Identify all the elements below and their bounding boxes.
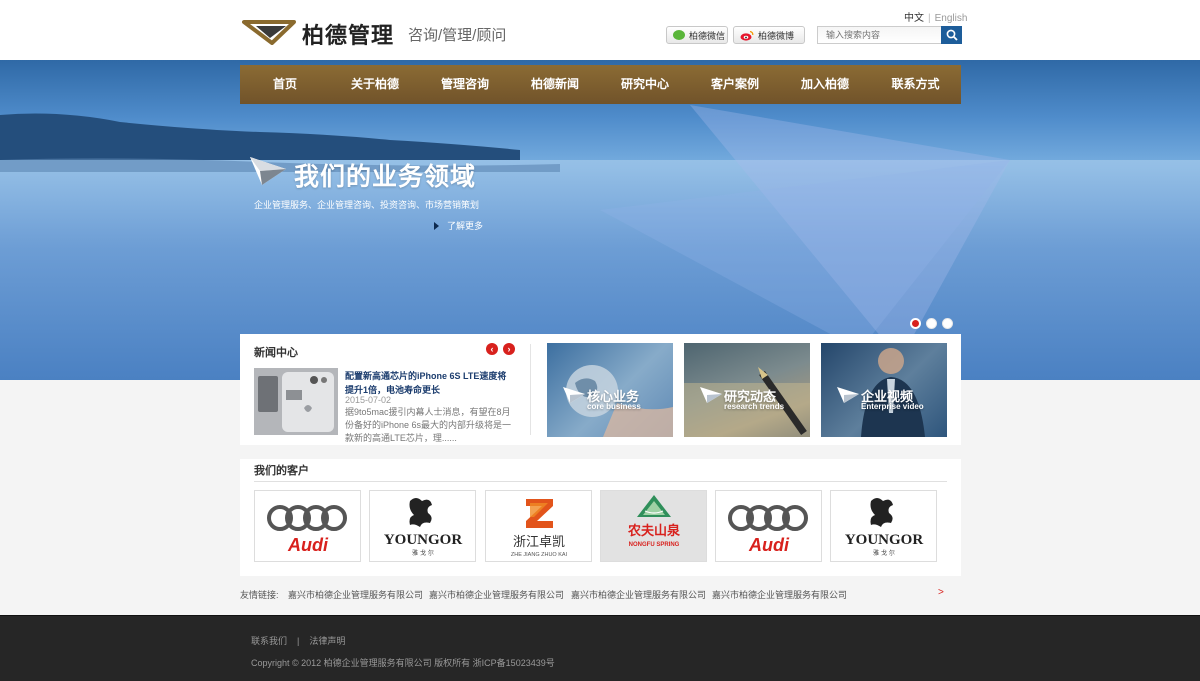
nongfu-spring-logo: 农夫山泉 NONGFU SPRING xyxy=(627,495,681,548)
feature-subtitle: core business xyxy=(587,402,641,411)
search-button[interactable] xyxy=(941,26,962,44)
audi-logo: Audi xyxy=(267,505,347,555)
paper-plane-icon xyxy=(837,387,859,403)
news-section-title: 新闻中心 xyxy=(254,347,298,359)
nav-item-about[interactable]: 关于柏德 xyxy=(330,65,420,104)
zhuokai-logo: 浙江卓凯 ZHE JIANG ZHUO KAI xyxy=(511,499,568,558)
slider-dots xyxy=(910,318,953,329)
friend-links-more-icon[interactable]: > xyxy=(938,587,944,598)
weibo-icon xyxy=(740,30,754,41)
search-icon xyxy=(946,29,958,41)
site-footer: 联系我们 | 法律声明 Copyright © 2012 柏德企业管理服务有限公司 … xyxy=(0,615,1200,681)
nav-item-news[interactable]: 柏德新闻 xyxy=(510,65,600,104)
footer-contact-link[interactable]: 联系我们 xyxy=(251,636,287,646)
wechat-button[interactable]: 柏德微信 xyxy=(666,26,728,44)
footer-separator: | xyxy=(297,636,300,646)
slider-dot-2[interactable] xyxy=(926,318,937,329)
slider-dot-3[interactable] xyxy=(942,318,953,329)
news-headline-link[interactable]: 配置新高通芯片的iPhone 6S LTE速度将提升1倍，电池寿命更长 xyxy=(345,369,515,397)
feature-core-business[interactable]: 核心业务 core business xyxy=(547,343,673,437)
svg-text:YOUNGOR: YOUNGOR xyxy=(845,532,924,548)
paper-plane-icon xyxy=(250,157,286,185)
svg-text:ZHE JIANG ZHUO KAI: ZHE JIANG ZHUO KAI xyxy=(511,552,568,558)
clients-divider xyxy=(254,481,947,482)
clients-section: 我们的客户 Audi YOUNGOR 雅 戈 尔 浙江卓凯 ZHE JIANG … xyxy=(240,459,961,576)
audi-logo: Audi xyxy=(728,505,808,555)
client-logo-youngor[interactable]: YOUNGOR 雅 戈 尔 xyxy=(369,490,476,562)
wechat-icon xyxy=(673,30,685,40)
news-excerpt: 据9to5mac援引内幕人士消息，有望在8月份备好的iPhone 6s最大的内部… xyxy=(345,407,512,443)
feature-subtitle: research trends xyxy=(724,402,785,411)
lang-zh-link[interactable]: 中文 xyxy=(904,13,924,24)
site-header: 柏德管理 咨询/管理/顾问 中文 | English 柏德微信 柏德微博 xyxy=(0,0,1200,60)
nav-item-contact[interactable]: 联系方式 xyxy=(870,65,961,104)
logo-icon[interactable] xyxy=(242,17,296,45)
footer-links: 联系我们 | 法律声明 xyxy=(251,634,345,647)
friend-links-label: 友情链接: xyxy=(240,590,279,600)
hero-banner xyxy=(0,60,1200,380)
lake-scene-image xyxy=(0,105,1200,380)
friend-link[interactable]: 嘉兴市柏德企业管理服务有限公司 xyxy=(712,588,847,601)
learn-more-label: 了解更多 xyxy=(447,221,484,231)
svg-text:NONGFU SPRING: NONGFU SPRING xyxy=(629,542,680,548)
feature-subtitle: Enterprise video xyxy=(861,402,924,411)
news-next-button[interactable]: › xyxy=(503,343,515,355)
language-switcher: 中文 | English xyxy=(904,9,967,24)
client-logo-youngor[interactable]: YOUNGOR 雅 戈 尔 xyxy=(830,490,937,562)
svg-text:Audi: Audi xyxy=(748,535,790,555)
svg-text:农夫山泉: 农夫山泉 xyxy=(627,523,681,539)
slider-dot-1[interactable] xyxy=(910,318,921,329)
svg-text:雅 戈 尔: 雅 戈 尔 xyxy=(412,549,434,557)
client-logo-audi[interactable]: Audi xyxy=(254,490,361,562)
feature-research-trends[interactable]: 研究动态 research trends xyxy=(684,343,810,437)
feature-enterprise-video[interactable]: 企业视频 Enterprise video xyxy=(821,343,947,437)
friend-link[interactable]: 嘉兴市柏德企业管理服务有限公司 xyxy=(429,588,564,601)
youngor-logo: YOUNGOR 雅 戈 尔 xyxy=(845,498,924,557)
weibo-label: 柏德微博 xyxy=(758,30,795,41)
lang-en-link[interactable]: English xyxy=(935,13,968,24)
nav-item-research[interactable]: 研究中心 xyxy=(600,65,690,104)
arrow-right-icon xyxy=(434,221,439,230)
news-thumbnail[interactable] xyxy=(254,368,338,435)
panel-divider xyxy=(530,344,531,435)
nav-item-consulting[interactable]: 管理咨询 xyxy=(420,65,510,104)
brand-name[interactable]: 柏德管理 xyxy=(302,18,394,50)
footer-legal-link[interactable]: 法律声明 xyxy=(309,636,345,646)
hero-subtitle: 企业管理服务、企业管理咨询、投资咨询、市场营销策划 xyxy=(254,200,480,210)
youngor-logo: YOUNGOR 雅 戈 尔 xyxy=(384,498,463,557)
news-prev-button[interactable]: ‹ xyxy=(486,343,498,355)
wechat-label: 柏德微信 xyxy=(689,30,726,41)
svg-text:YOUNGOR: YOUNGOR xyxy=(384,532,463,548)
clients-title: 我们的客户 xyxy=(254,465,309,477)
client-logo-nongfu[interactable]: 农夫山泉 NONGFU SPRING xyxy=(600,490,707,562)
learn-more-link[interactable]: 了解更多 xyxy=(434,219,483,232)
nav-item-home[interactable]: 首页 xyxy=(240,65,330,104)
nav-item-join[interactable]: 加入柏德 xyxy=(780,65,870,104)
paper-plane-icon xyxy=(563,387,585,403)
news-features-panel: 新闻中心 ‹ › 配置新高通芯片的iPhone 6S LTE速度将提升1倍，电池… xyxy=(240,334,961,445)
news-date: 2015-07-02 xyxy=(345,395,392,405)
search-input[interactable] xyxy=(817,26,942,44)
paper-plane-icon xyxy=(700,387,722,403)
svg-text:雅 戈 尔: 雅 戈 尔 xyxy=(873,549,895,557)
client-logo-audi[interactable]: Audi xyxy=(715,490,822,562)
nav-item-cases[interactable]: 客户案例 xyxy=(690,65,780,104)
friend-links: 友情链接: 嘉兴市柏德企业管理服务有限公司 嘉兴市柏德企业管理服务有限公司 嘉兴… xyxy=(240,581,961,605)
copyright-text: Copyright © 2012 柏德企业管理服务有限公司 版权所有 浙ICP备… xyxy=(251,658,555,668)
hero-title: 我们的业务领域 xyxy=(294,163,477,191)
lang-separator: | xyxy=(928,13,931,24)
weibo-button[interactable]: 柏德微博 xyxy=(733,26,805,44)
main-nav: 首页 关于柏德 管理咨询 柏德新闻 研究中心 客户案例 加入柏德 联系方式 xyxy=(240,65,961,104)
brand-slogan: 咨询/管理/顾问 xyxy=(408,27,507,44)
svg-text:Audi: Audi xyxy=(287,535,329,555)
svg-text:浙江卓凯: 浙江卓凯 xyxy=(513,535,565,550)
friend-link[interactable]: 嘉兴市柏德企业管理服务有限公司 xyxy=(288,588,423,601)
client-logo-zhuokai[interactable]: 浙江卓凯 ZHE JIANG ZHUO KAI xyxy=(485,490,592,562)
friend-link[interactable]: 嘉兴市柏德企业管理服务有限公司 xyxy=(571,588,706,601)
iphone-parts-image xyxy=(254,368,338,435)
